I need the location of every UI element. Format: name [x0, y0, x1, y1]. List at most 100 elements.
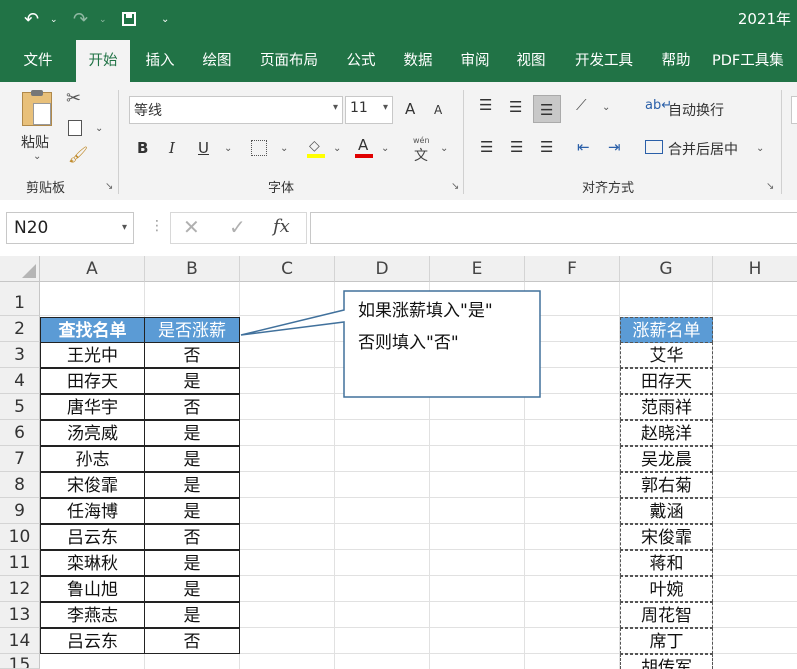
tab-data[interactable]: 数据 [395, 40, 441, 82]
cell-a2-header[interactable]: 查找名单 [40, 317, 145, 343]
cell-b2-header[interactable]: 是否涨薪 [144, 317, 240, 343]
font-color-dropdown-icon[interactable]: ⌄ [381, 143, 389, 154]
tab-file[interactable]: 文件 [14, 40, 62, 82]
grow-font-icon[interactable]: A [405, 100, 415, 118]
raise-list-item[interactable]: 艾华 [620, 342, 713, 368]
row-header-7[interactable]: 7 [0, 446, 40, 472]
table-cell-name[interactable]: 李燕志 [40, 602, 145, 628]
row-header-13[interactable]: 13 [0, 602, 40, 628]
tab-help[interactable]: 帮助 [652, 40, 700, 82]
paste-label[interactable]: 粘贴 [21, 132, 49, 152]
cut-icon[interactable]: ✂ [66, 88, 81, 109]
raise-list-item[interactable]: 戴涵 [620, 498, 713, 524]
row-header-8[interactable]: 8 [0, 472, 40, 498]
raise-list-item[interactable]: 郭右菊 [620, 472, 713, 498]
tab-developer[interactable]: 开发工具 [566, 40, 642, 82]
row-header-12[interactable]: 12 [0, 576, 40, 602]
undo-icon[interactable]: ↶ [24, 0, 39, 40]
font-launcher-icon[interactable]: ↘ [451, 181, 459, 192]
column-header-d[interactable]: D [335, 256, 430, 282]
table-cell-raise[interactable]: 是 [144, 498, 240, 524]
table-cell-name[interactable]: 孙志 [40, 446, 145, 472]
formula-input[interactable] [310, 212, 797, 244]
decrease-indent-icon[interactable]: ⇤ [577, 138, 590, 156]
tab-pdf-tools[interactable]: PDF工具集 [712, 40, 797, 82]
align-left-icon[interactable]: ☰ [480, 138, 493, 156]
align-center-icon[interactable]: ☰ [510, 138, 523, 156]
raise-list-item[interactable]: 赵晓洋 [620, 420, 713, 446]
cancel-icon[interactable]: ✕ [183, 215, 200, 239]
number-format-box-partial[interactable] [791, 96, 797, 124]
name-box[interactable]: N20 ▾ [6, 212, 134, 244]
font-size-box[interactable]: 11 ▾ [345, 96, 393, 124]
column-header-b[interactable]: B [145, 256, 240, 282]
orientation-icon[interactable]: ⟋ [576, 96, 587, 114]
table-cell-raise[interactable]: 是 [144, 420, 240, 446]
align-right-icon[interactable]: ☰ [540, 138, 553, 156]
table-cell-name[interactable]: 吕云东 [40, 628, 145, 654]
column-header-c[interactable]: C [240, 256, 335, 282]
tab-page-layout[interactable]: 页面布局 [252, 40, 326, 82]
undo-dropdown-icon[interactable]: ⌄ [50, 0, 58, 40]
table-cell-raise[interactable]: 否 [144, 524, 240, 550]
table-cell-raise[interactable]: 是 [144, 576, 240, 602]
tab-formulas[interactable]: 公式 [338, 40, 384, 82]
font-size-dropdown-icon[interactable]: ▾ [383, 102, 388, 113]
row-header-3[interactable]: 3 [0, 342, 40, 368]
table-cell-name[interactable]: 汤亮威 [40, 420, 145, 446]
table-cell-name[interactable]: 田存天 [40, 368, 145, 394]
underline-button[interactable]: U [198, 139, 209, 157]
increase-indent-icon[interactable]: ⇥ [608, 138, 621, 156]
table-cell-raise[interactable]: 是 [144, 602, 240, 628]
redo-dropdown-icon[interactable]: ⌄ [99, 0, 107, 40]
raise-list-item[interactable]: 田存天 [620, 368, 713, 394]
wrap-text-label[interactable]: 自动换行 [668, 100, 724, 120]
phonetic-dropdown-icon[interactable]: ⌄ [440, 143, 448, 154]
customize-qat-icon[interactable]: ⌄ [161, 0, 169, 40]
column-header-e[interactable]: E [430, 256, 525, 282]
table-cell-name[interactable]: 唐华宇 [40, 394, 145, 420]
cell-g2-header[interactable]: 涨薪名单 [620, 317, 713, 343]
table-cell-raise[interactable]: 是 [144, 368, 240, 394]
merge-center-icon[interactable] [645, 140, 663, 154]
borders-dropdown-icon[interactable]: ⌄ [280, 143, 288, 154]
table-cell-raise[interactable]: 否 [144, 342, 240, 368]
raise-list-item[interactable]: 宋俊霏 [620, 524, 713, 550]
table-cell-raise[interactable]: 否 [144, 394, 240, 420]
table-cell-name[interactable]: 任海博 [40, 498, 145, 524]
table-cell-name[interactable]: 宋俊霏 [40, 472, 145, 498]
underline-dropdown-icon[interactable]: ⌄ [224, 143, 232, 154]
table-cell-name[interactable]: 王光中 [40, 342, 145, 368]
tab-insert[interactable]: 插入 [136, 40, 184, 82]
italic-button[interactable]: I [169, 139, 175, 157]
tab-review[interactable]: 审阅 [452, 40, 498, 82]
format-painter-icon[interactable]: 🖌 [68, 145, 88, 164]
shrink-font-icon[interactable]: A [434, 103, 442, 117]
font-name-dropdown-icon[interactable]: ▾ [333, 102, 338, 113]
paste-icon[interactable] [22, 90, 52, 126]
raise-list-item[interactable]: 范雨祥 [620, 394, 713, 420]
row-header-1[interactable]: 1 [0, 290, 40, 316]
row-header-10[interactable]: 10 [0, 524, 40, 550]
row-header-6[interactable]: 6 [0, 420, 40, 446]
table-cell-raise[interactable]: 是 [144, 446, 240, 472]
row-header-9[interactable]: 9 [0, 498, 40, 524]
redo-icon[interactable]: ↷ [73, 0, 88, 40]
bold-button[interactable]: B [137, 139, 148, 157]
phonetic-guide-icon[interactable]: wén 文 [410, 136, 434, 164]
merge-dropdown-icon[interactable]: ⌄ [756, 143, 764, 154]
copy-icon[interactable] [68, 120, 82, 136]
font-color-icon[interactable]: A [355, 136, 373, 160]
enter-icon[interactable]: ✓ [229, 215, 246, 239]
save-icon[interactable] [122, 12, 136, 26]
column-header-f[interactable]: F [525, 256, 620, 282]
alignment-launcher-icon[interactable]: ↘ [766, 181, 774, 192]
column-header-a[interactable]: A [40, 256, 145, 282]
table-cell-name[interactable]: 鲁山旭 [40, 576, 145, 602]
merge-center-label[interactable]: 合并后居中 [668, 139, 738, 159]
row-header-5[interactable]: 5 [0, 394, 40, 420]
table-cell-raise[interactable]: 否 [144, 628, 240, 654]
row-header-4[interactable]: 4 [0, 368, 40, 394]
row-header-15[interactable]: 15 [0, 654, 40, 669]
raise-list-item[interactable]: 胡传军 [620, 654, 713, 669]
